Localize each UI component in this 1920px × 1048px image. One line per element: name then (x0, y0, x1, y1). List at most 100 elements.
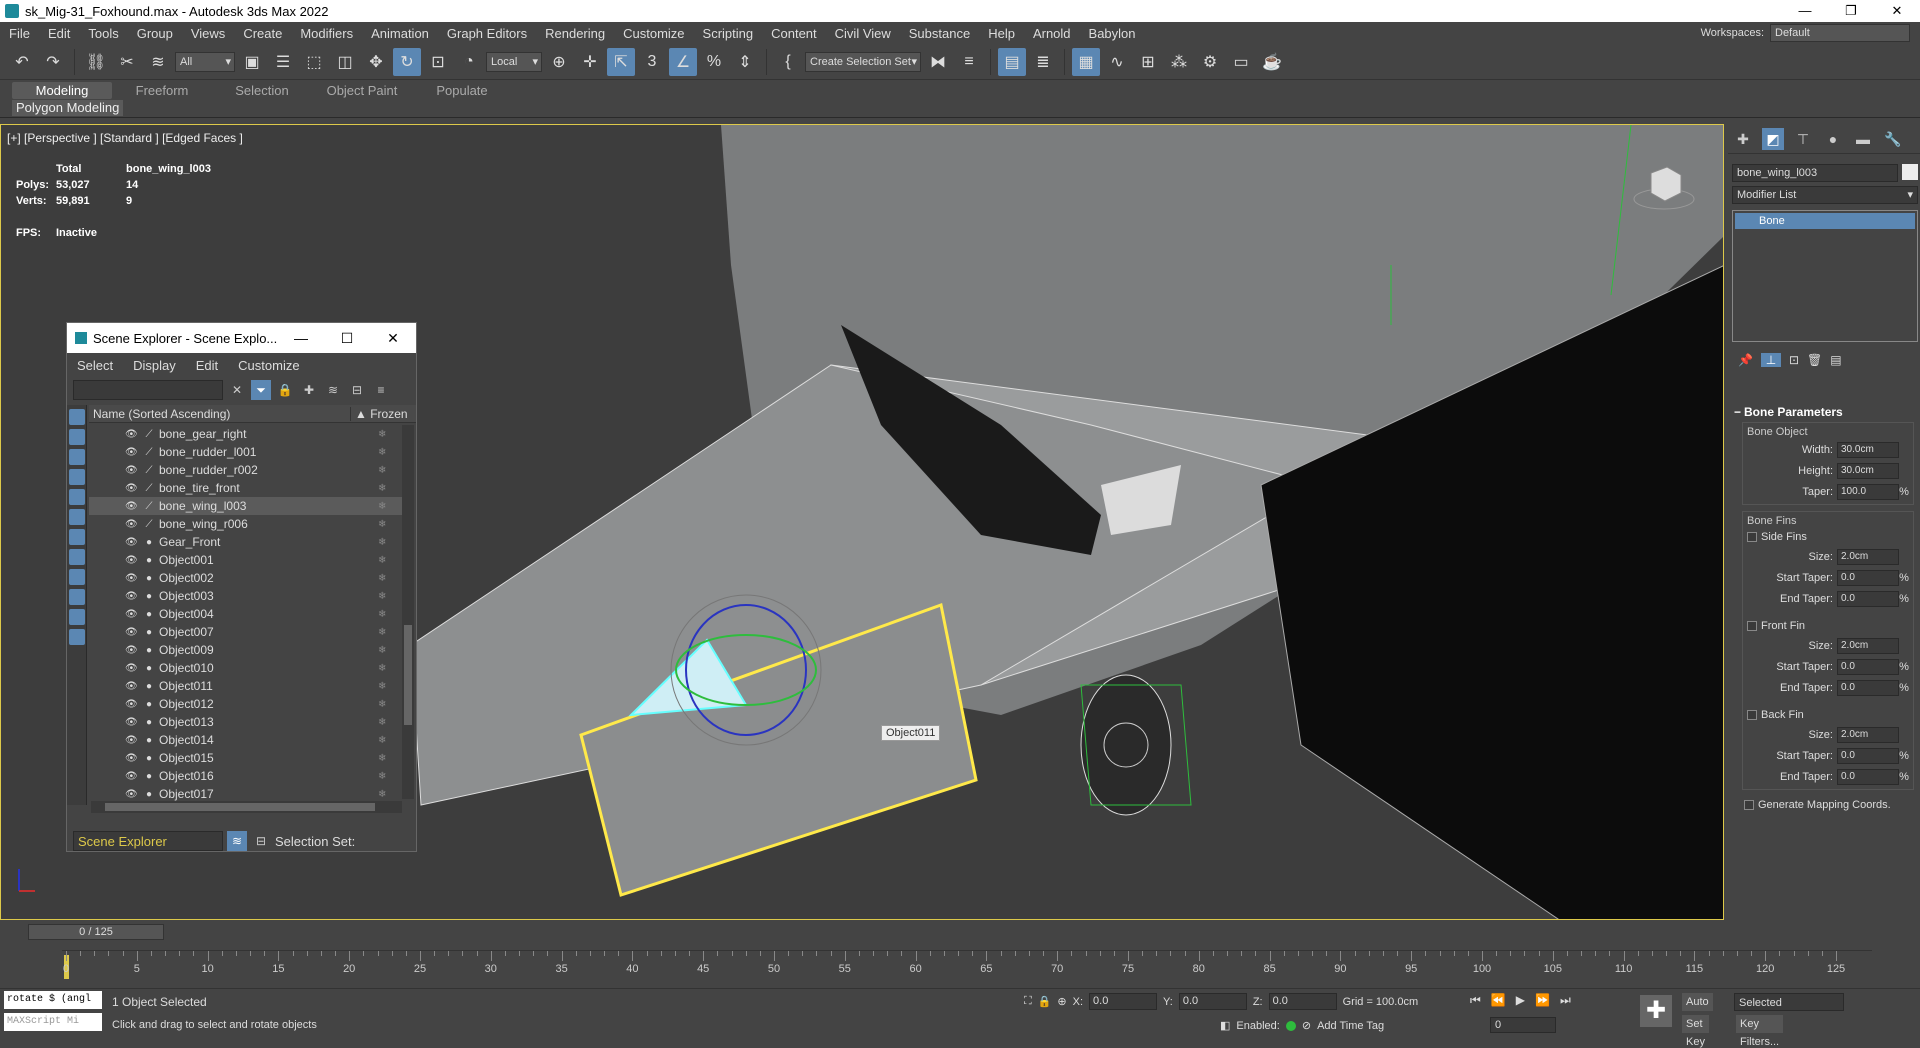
width-spinner[interactable]: 30.0cm (1837, 441, 1899, 458)
visibility-eye-icon[interactable]: 👁 (125, 753, 139, 764)
vertical-scrollbar[interactable] (402, 425, 414, 799)
next-frame-icon[interactable]: ⏩ (1535, 993, 1550, 1008)
viewcube-icon[interactable] (1631, 163, 1697, 213)
filter-cameras-icon[interactable] (69, 469, 85, 485)
menu-create[interactable]: Create (234, 26, 291, 41)
scene-menu-edit[interactable]: Edit (186, 358, 228, 373)
list-item[interactable]: 👁 ● Object015 ❄ (89, 749, 402, 767)
visibility-eye-icon[interactable]: 👁 (125, 537, 139, 548)
selection-lock-icon[interactable]: 🔒 (1038, 995, 1052, 1008)
menu-modifiers[interactable]: Modifiers (291, 26, 362, 41)
scene-explorer-icon[interactable]: ▤ (998, 47, 1026, 76)
enabled-indicator[interactable] (1285, 1020, 1296, 1031)
explorer-name-dropdown[interactable]: Scene Explorer (73, 831, 223, 851)
scale-icon[interactable]: ⊡ (424, 48, 452, 76)
filter-shapes-icon[interactable] (69, 429, 85, 445)
render-frame-icon[interactable]: ▭ (1227, 48, 1255, 76)
hierarchy-tab-icon[interactable]: ⊤ (1792, 128, 1814, 150)
visibility-eye-icon[interactable]: 👁 (125, 609, 139, 620)
configure-sets-icon[interactable]: ▤ (1830, 353, 1841, 367)
visibility-eye-icon[interactable]: 👁 (125, 555, 139, 566)
isolate-icon[interactable]: ⛶ (1024, 995, 1032, 1008)
layer-explorer-icon[interactable]: ≣ (1029, 48, 1057, 76)
visibility-eye-icon[interactable]: 👁 (125, 591, 139, 602)
set-key-button[interactable]: Set Key (1682, 1015, 1709, 1048)
list-item[interactable]: 👁 ● Object009 ❄ (89, 641, 402, 659)
ribbon-tab-object-paint[interactable]: Object Paint (312, 82, 412, 99)
list-item[interactable]: 👁 ● Object007 ❄ (89, 623, 402, 641)
list-item[interactable]: 👁 ● Object004 ❄ (89, 605, 402, 623)
list-item[interactable]: 👁 ● Object016 ❄ (89, 767, 402, 785)
play-icon[interactable]: ▶ (1516, 993, 1525, 1008)
visibility-eye-icon[interactable]: 👁 (125, 645, 139, 656)
absolute-mode-icon[interactable]: ⊕ (1057, 995, 1066, 1008)
workspace-dropdown[interactable]: Default (1770, 24, 1910, 42)
track-bar[interactable]: 0 5 10 15 20 25 30 35 40 45 50 55 60 65 70 75 80 85 90 95 10… (62, 950, 1872, 980)
menu-edit[interactable]: Edit (39, 26, 79, 41)
angle-snap-icon[interactable]: ∠ (669, 47, 697, 76)
front-fin-checkbox[interactable]: Front Fin (1747, 617, 1909, 635)
stack-item-bone[interactable]: Bone (1735, 213, 1915, 229)
ribbon-polygon-modeling[interactable]: Polygon Modeling (12, 100, 124, 116)
freeze-icon[interactable]: ❄ (378, 645, 402, 656)
column-frozen-header[interactable]: ▲ Frozen (350, 406, 416, 421)
selection-set-dropdown[interactable]: Create Selection Set (805, 51, 921, 72)
bone-parameters-header[interactable]: Bone Parameters (1732, 404, 1918, 420)
minimize-button[interactable]: — (1782, 0, 1828, 22)
menu-file[interactable]: File (0, 26, 39, 41)
filter-frozen-icon[interactable] (69, 609, 85, 625)
visibility-eye-icon[interactable]: 👁 (125, 483, 139, 494)
front-fin-start-taper-spinner[interactable]: 0.0 (1837, 658, 1899, 675)
maximize-button[interactable]: ❐ (1828, 0, 1874, 22)
key-mode-dropdown[interactable]: Selected (1734, 993, 1844, 1011)
link-icon[interactable]: ⛓ (82, 48, 110, 76)
list-item[interactable]: 👁 ⟋ bone_rudder_l001 ❄ (89, 443, 402, 461)
modifier-list-dropdown[interactable]: Modifier List (1732, 186, 1918, 204)
back-fin-start-taper-spinner[interactable]: 0.0 (1837, 747, 1899, 764)
visibility-eye-icon[interactable]: 👁 (125, 681, 139, 692)
freeze-icon[interactable]: ❄ (378, 609, 402, 620)
filter-hidden-icon[interactable] (69, 629, 85, 645)
side-fins-size-spinner[interactable]: 2.0cm (1837, 548, 1899, 565)
y-coord-field[interactable]: 0.0 (1178, 993, 1247, 1010)
ribbon-tab-freeform[interactable]: Freeform (112, 82, 212, 99)
edit-named-sets-icon[interactable]: { (774, 48, 802, 76)
ribbon-tab-selection[interactable]: Selection (212, 82, 312, 99)
freeze-icon[interactable]: ❄ (378, 699, 402, 710)
menu-babylon[interactable]: Babylon (1080, 26, 1145, 41)
create-tab-icon[interactable]: ✚ (1732, 128, 1754, 150)
visibility-eye-icon[interactable]: 👁 (125, 447, 139, 458)
explorer-layers-icon[interactable]: ≋ (227, 831, 247, 851)
list-item[interactable]: 👁 ● Object010 ❄ (89, 659, 402, 677)
add-time-tag[interactable]: Add Time Tag (1317, 1020, 1384, 1032)
select-object-icon[interactable]: ▣ (238, 48, 266, 76)
side-fins-end-taper-spinner[interactable]: 0.0 (1837, 590, 1899, 607)
back-fin-end-taper-spinner[interactable]: 0.0 (1837, 768, 1899, 785)
key-filters-button[interactable]: Key Filters... (1736, 1015, 1784, 1048)
lock-icon[interactable]: 🔒 (275, 380, 295, 400)
visibility-eye-icon[interactable]: 👁 (125, 573, 139, 584)
freeze-icon[interactable]: ❄ (378, 537, 402, 548)
scene-close-button[interactable]: ✕ (370, 323, 416, 353)
menu-rendering[interactable]: Rendering (536, 26, 614, 41)
render-icon[interactable]: ☕ (1258, 48, 1286, 76)
freeze-icon[interactable]: ❄ (378, 447, 402, 458)
align-icon[interactable]: ≡ (955, 48, 983, 76)
menu-animation[interactable]: Animation (362, 26, 438, 41)
prev-frame-icon[interactable]: ⏪ (1491, 993, 1506, 1008)
visibility-eye-icon[interactable]: 👁 (125, 771, 139, 782)
visibility-eye-icon[interactable]: 👁 (125, 735, 139, 746)
unlink-icon[interactable]: ✂ (113, 48, 141, 76)
explorer-hierarchy-icon[interactable]: ⊟ (251, 831, 271, 851)
visibility-eye-icon[interactable]: 👁 (125, 519, 139, 530)
spinner-snap-icon[interactable]: ⇕ (731, 48, 759, 76)
window-crossing-icon[interactable]: ◫ (331, 48, 359, 76)
filter-lights-icon[interactable] (69, 449, 85, 465)
set-keys-icon[interactable]: ✚ (1640, 995, 1672, 1027)
freeze-icon[interactable]: ❄ (378, 681, 402, 692)
mirror-icon[interactable]: ⧓ (924, 48, 952, 76)
time-tag-icon[interactable]: ⊘ (1302, 1019, 1311, 1032)
scene-search-input[interactable] (73, 380, 223, 400)
redo-icon[interactable]: ↷ (39, 48, 67, 76)
filter-xrefs-icon[interactable] (69, 549, 85, 565)
